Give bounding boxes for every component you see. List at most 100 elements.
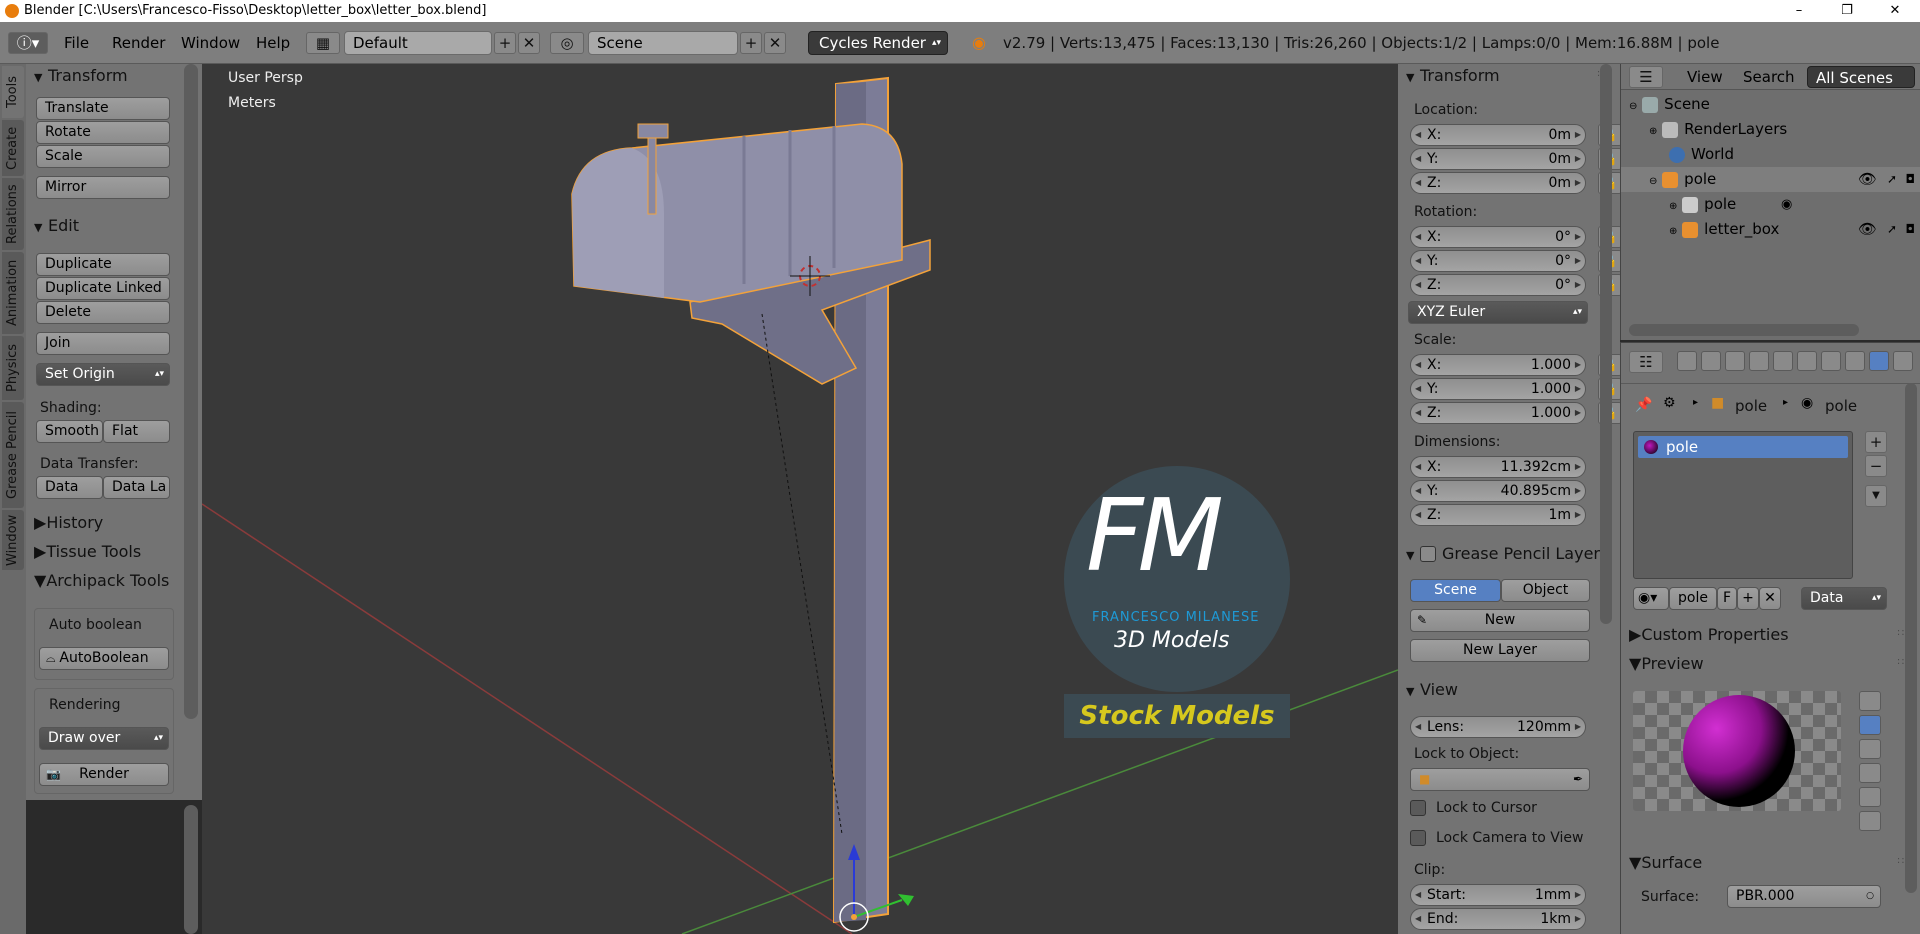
outliner-row-scene[interactable]: ⊖ Scene	[1621, 92, 1920, 117]
scale-z-field[interactable]: ◀ Z: 1.000 ▶	[1410, 402, 1586, 424]
view-panel-header[interactable]: ▼ View	[1406, 678, 1458, 702]
n-panel-scrollbar[interactable]	[1600, 64, 1612, 624]
rotation-y-field[interactable]: ◀ Y: 0° ▶	[1410, 250, 1586, 272]
outliner-row-world[interactable]: World	[1621, 142, 1920, 167]
preview-cube-icon[interactable]	[1859, 739, 1881, 759]
scale-x-field[interactable]: ◀ X: 1.000 ▶	[1410, 354, 1586, 376]
preview-hair-icon[interactable]	[1859, 787, 1881, 807]
translate-button[interactable]: Translate	[36, 97, 170, 120]
rotate-button[interactable]: Rotate	[36, 121, 170, 144]
draw-over-select[interactable]: Draw over ▴▾	[39, 727, 169, 750]
outliner-search-menu[interactable]: Search	[1743, 66, 1795, 88]
constraints-tab-icon[interactable]	[1797, 351, 1817, 371]
set-origin-select[interactable]: Set Origin ▴▾	[36, 363, 170, 386]
rotation-x-field[interactable]: ◀ X: 0° ▶	[1410, 226, 1586, 248]
rotation-z-field[interactable]: ◀ Z: 0° ▶	[1410, 274, 1586, 296]
gp-object-toggle[interactable]: Object	[1501, 579, 1590, 602]
location-x-field[interactable]: ◀ X: 0m ▶	[1410, 124, 1586, 146]
mirror-button[interactable]: Mirror	[36, 176, 170, 199]
render-tab-icon[interactable]	[1677, 351, 1697, 371]
editor-type-outliner-icon[interactable]: ☰	[1629, 66, 1663, 88]
duplicate-linked-button[interactable]: Duplicate Linked	[36, 277, 170, 300]
surface-header[interactable]: ▼Surface	[1629, 851, 1702, 875]
close-window-button[interactable]: ✕	[1872, 0, 1918, 22]
pin-icon[interactable]: 📌	[1635, 397, 1652, 413]
shade-smooth-button[interactable]: Smooth	[36, 420, 103, 443]
outliner-view-menu[interactable]: View	[1687, 66, 1723, 88]
slot-menu-icon[interactable]: ▼	[1865, 485, 1887, 507]
render-engine-select[interactable]: Cycles Render ▴▾	[808, 31, 948, 55]
delete-button[interactable]: Delete	[36, 301, 170, 324]
outliner-row-letter-box[interactable]: ⊕ letter_box 👁 ➚ ◘	[1621, 217, 1920, 242]
tissue-tools-panel-header[interactable]: ▶Tissue Tools	[34, 540, 141, 564]
data-layout-button[interactable]: Data La	[103, 476, 170, 499]
scene-icon[interactable]: ◎	[550, 32, 584, 54]
preview-sphere-icon[interactable]	[1859, 715, 1881, 735]
unlink-material-icon[interactable]: ✕	[1759, 587, 1781, 610]
tab-tools[interactable]: Tools	[2, 66, 24, 118]
outliner-row-pole[interactable]: ⊖ pole 👁 ➚ ◘	[1621, 167, 1920, 192]
grease-pencil-layer-header[interactable]: ▼ Grease Pencil Layer	[1406, 542, 1606, 566]
tab-physics[interactable]: Physics	[2, 336, 24, 400]
world-tab-icon[interactable]	[1749, 351, 1769, 371]
scale-y-field[interactable]: ◀ Y: 1.000 ▶	[1410, 378, 1586, 400]
cursor-select-icon[interactable]: ➚	[1887, 217, 1897, 242]
gp-layer-checkbox[interactable]	[1420, 546, 1436, 562]
remove-scene-icon[interactable]: ✕	[764, 32, 786, 54]
clip-end-field[interactable]: ◀ End: 1km ▶	[1410, 908, 1586, 930]
dimension-x-field[interactable]: ◀ X: 11.392cm ▶	[1410, 456, 1586, 478]
add-scene-icon[interactable]: +	[740, 32, 762, 54]
eye-icon[interactable]: 👁	[1858, 167, 1877, 192]
fake-user-button[interactable]: F	[1717, 587, 1737, 610]
add-slot-icon[interactable]: +	[1865, 431, 1887, 453]
material-tab-icon[interactable]	[1869, 351, 1889, 371]
location-y-field[interactable]: ◀ Y: 0m ▶	[1410, 148, 1586, 170]
tab-grease-pencil[interactable]: Grease Pencil	[2, 402, 24, 508]
menu-render[interactable]: Render	[112, 32, 165, 54]
outliner-row-renderlayers[interactable]: ⊕ RenderLayers	[1621, 117, 1920, 142]
editor-type-info-icon[interactable]: ⓘ▾	[8, 32, 48, 54]
screen-layout-icon[interactable]: ▦	[306, 32, 340, 54]
location-z-field[interactable]: ◀ Z: 0m ▶	[1410, 172, 1586, 194]
tab-relations[interactable]: Relations	[2, 178, 24, 250]
object-tab-icon[interactable]	[1773, 351, 1793, 371]
lock-camera-checkbox[interactable]	[1410, 830, 1426, 846]
editor-type-properties-icon[interactable]: ☷	[1629, 351, 1663, 373]
material-slot-row[interactable]: pole	[1638, 436, 1848, 458]
scale-button[interactable]: Scale	[36, 145, 170, 168]
clip-start-field[interactable]: ◀ Start: 1mm ▶	[1410, 884, 1586, 906]
3d-viewport[interactable]: User Persp Meters FM FRANCESCO MILANESE …	[202, 64, 1398, 934]
screen-layout-field[interactable]: Default	[344, 31, 492, 55]
material-slot-list[interactable]: pole	[1633, 431, 1853, 579]
preview-flat-icon[interactable]	[1859, 691, 1881, 711]
tab-window[interactable]: Window	[2, 510, 24, 570]
texture-tab-icon[interactable]	[1893, 351, 1913, 371]
material-browse-icon[interactable]: ◉▾	[1633, 587, 1669, 610]
gp-new-button[interactable]: ✎ New	[1410, 609, 1590, 632]
preview-monkey-icon[interactable]	[1859, 763, 1881, 783]
lens-field[interactable]: ◀ Lens: 120mm ▶	[1410, 716, 1586, 738]
dimension-z-field[interactable]: ◀ Z: 1m ▶	[1410, 504, 1586, 526]
new-material-icon[interactable]: +	[1737, 587, 1759, 610]
custom-properties-header[interactable]: ▶Custom Properties	[1629, 623, 1789, 647]
edit-panel-header[interactable]: ▼ Edit	[34, 214, 79, 238]
minimize-button[interactable]: –	[1776, 0, 1822, 22]
gp-new-layer-button[interactable]: New Layer	[1410, 639, 1590, 662]
scene-field[interactable]: Scene	[588, 31, 738, 55]
menu-window[interactable]: Window	[181, 32, 240, 54]
properties-scrollbar[interactable]	[1905, 383, 1917, 893]
outliner-h-scrollbar[interactable]	[1629, 324, 1859, 336]
preview-header[interactable]: ▼Preview	[1629, 652, 1704, 676]
rotation-mode-select[interactable]: XYZ Euler ▴▾	[1408, 301, 1588, 324]
modifiers-tab-icon[interactable]	[1821, 351, 1841, 371]
data-transfer-button[interactable]: Data	[36, 476, 103, 499]
material-name-field[interactable]: pole	[1669, 587, 1717, 610]
menu-help[interactable]: Help	[256, 32, 290, 54]
tab-create[interactable]: Create	[2, 120, 24, 176]
transform-panel-header[interactable]: ▼ Transform	[34, 64, 128, 88]
link-select[interactable]: Data ▴▾	[1801, 587, 1887, 610]
toolshelf-scrollbar[interactable]	[184, 64, 198, 719]
display-mode-select[interactable]: All Scenes	[1807, 66, 1915, 88]
eye-icon[interactable]: 👁	[1858, 217, 1877, 242]
gp-scene-toggle[interactable]: Scene	[1410, 579, 1501, 602]
